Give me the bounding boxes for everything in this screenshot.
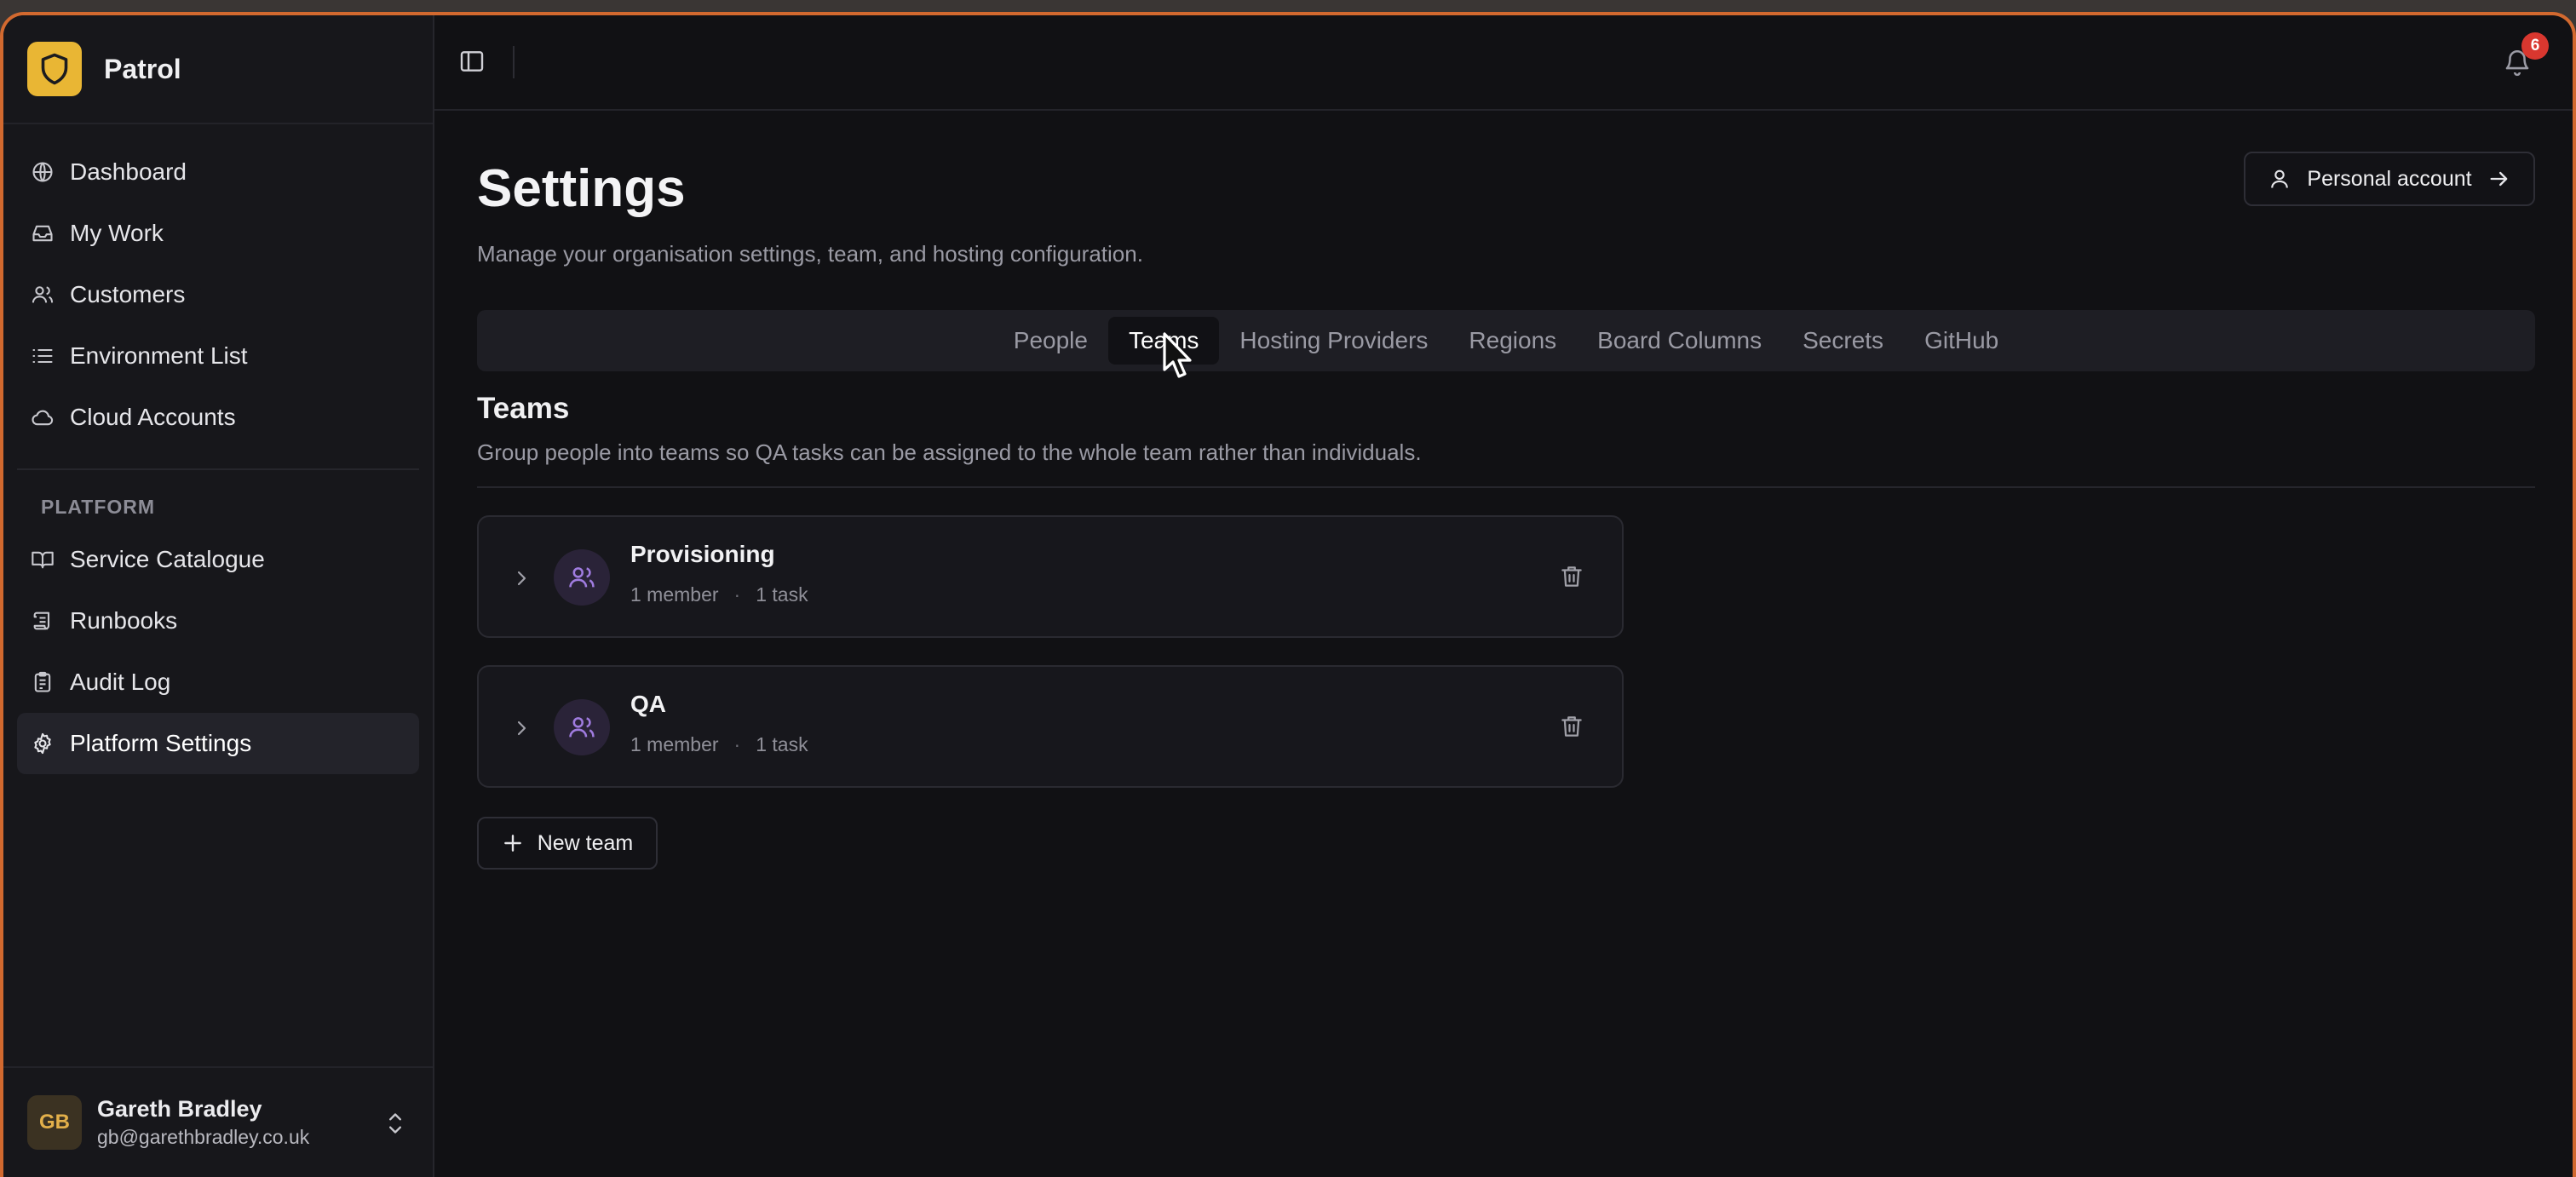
tab-hosting-providers[interactable]: Hosting Providers (1219, 317, 1448, 365)
main-nav: Dashboard My Work Customers Environment … (3, 124, 433, 774)
chevron-right-icon[interactable] (511, 566, 532, 594)
team-users-icon (554, 699, 610, 755)
sidebar-item-label: My Work (70, 220, 164, 246)
meta-separator: · (733, 583, 741, 606)
personal-account-label: Personal account (2307, 166, 2472, 191)
sidebar-item-label: Cloud Accounts (70, 404, 236, 430)
sidebar-item-environment-list[interactable]: Environment List (17, 325, 419, 387)
sidebar-item-platform-settings[interactable]: Platform Settings (17, 713, 419, 774)
page-subtitle: Manage your organisation settings, team,… (477, 241, 1143, 267)
app-name: Patrol (104, 53, 181, 84)
globe-icon (29, 158, 56, 186)
sidebar-item-label: Service Catalogue (70, 546, 265, 572)
user-menu[interactable]: GB Gareth Bradley gb@garethbradley.co.uk (3, 1066, 433, 1177)
team-name: QA (630, 691, 666, 717)
sidebar-item-label: Environment List (70, 342, 248, 369)
team-member-count: 1 member (630, 583, 719, 606)
team-card[interactable]: QA 1 member · 1 task (477, 665, 1624, 788)
shield-logo-icon (27, 42, 82, 96)
platform-section-label: PLATFORM (41, 496, 156, 518)
section-subtitle: Group people into teams so QA tasks can … (477, 439, 1422, 465)
tab-github[interactable]: GitHub (1904, 317, 2019, 365)
chevron-right-icon[interactable] (511, 716, 532, 744)
list-icon (29, 342, 56, 370)
section-divider (477, 486, 2535, 488)
users-icon (29, 281, 56, 308)
team-meta: 1 member · 1 task (630, 583, 808, 606)
team-users-icon (554, 549, 610, 606)
section-title: Teams (477, 392, 570, 425)
book-icon (29, 546, 56, 573)
trash-icon[interactable] (1559, 713, 1584, 744)
clipboard-icon (29, 669, 56, 696)
sidebar-item-label: Platform Settings (70, 730, 252, 756)
new-team-button[interactable]: New team (477, 817, 658, 870)
brand[interactable]: Patrol (3, 15, 433, 124)
trash-icon[interactable] (1559, 563, 1584, 594)
tab-secrets[interactable]: Secrets (1782, 317, 1904, 365)
sidebar: Patrol Dashboard My Work Customers Envir… (3, 15, 434, 1177)
top-bar: 6 (434, 15, 2573, 111)
avatar: GB (27, 1095, 82, 1150)
chevrons-up-down-icon[interactable] (383, 1109, 407, 1142)
tab-regions[interactable]: Regions (1448, 317, 1577, 365)
arrow-right-icon (2487, 167, 2511, 191)
mouse-cursor-icon (1161, 332, 1195, 386)
app-window: Patrol Dashboard My Work Customers Envir… (3, 15, 2573, 1177)
new-team-label: New team (537, 830, 634, 855)
plus-icon (502, 832, 524, 854)
personal-account-button[interactable]: Personal account (2244, 152, 2535, 206)
user-info: Gareth Bradley gb@garethbradley.co.uk (97, 1096, 309, 1149)
team-meta: 1 member · 1 task (630, 733, 808, 756)
tab-people[interactable]: People (993, 317, 1108, 365)
sidebar-item-label: Runbooks (70, 607, 178, 634)
notification-badge: 6 (2521, 32, 2549, 60)
settings-tabs: People Teams Hosting Providers Regions B… (477, 310, 2535, 378)
gear-icon (29, 730, 56, 757)
sidebar-toggle-icon[interactable] (458, 48, 486, 79)
page-title: Settings (477, 159, 686, 218)
cloud-icon (29, 404, 56, 431)
settings-page: Settings Manage your organisation settin… (477, 111, 2535, 870)
team-card[interactable]: Provisioning 1 member · 1 task (477, 515, 1624, 638)
user-name: Gareth Bradley (97, 1096, 262, 1122)
team-task-count: 1 task (756, 583, 808, 606)
tab-teams[interactable]: Teams (1107, 317, 1220, 378)
sidebar-item-audit-log[interactable]: Audit Log (17, 652, 419, 713)
sidebar-item-label: Customers (70, 281, 186, 307)
sidebar-item-cloud-accounts[interactable]: Cloud Accounts (17, 387, 419, 448)
tab-board-columns[interactable]: Board Columns (1577, 317, 1782, 365)
team-member-count: 1 member (630, 733, 719, 755)
sidebar-item-service-catalogue[interactable]: Service Catalogue (17, 529, 419, 590)
nav-divider (17, 468, 419, 470)
sidebar-item-label: Dashboard (70, 158, 187, 185)
sidebar-item-label: Audit Log (70, 669, 171, 695)
sidebar-item-dashboard[interactable]: Dashboard (17, 141, 419, 203)
sidebar-item-runbooks[interactable]: Runbooks (17, 590, 419, 652)
team-name: Provisioning (630, 541, 775, 567)
meta-separator: · (733, 733, 741, 755)
scroll-icon (29, 607, 56, 634)
topbar-divider (513, 46, 515, 78)
inbox-icon (29, 220, 56, 247)
user-icon (2268, 167, 2291, 191)
sidebar-item-my-work[interactable]: My Work (17, 203, 419, 264)
sidebar-item-customers[interactable]: Customers (17, 264, 419, 325)
user-email: gb@garethbradley.co.uk (97, 1126, 310, 1148)
main-content: 6 Settings Manage your organisation sett… (434, 15, 2573, 1177)
team-task-count: 1 task (756, 733, 808, 755)
